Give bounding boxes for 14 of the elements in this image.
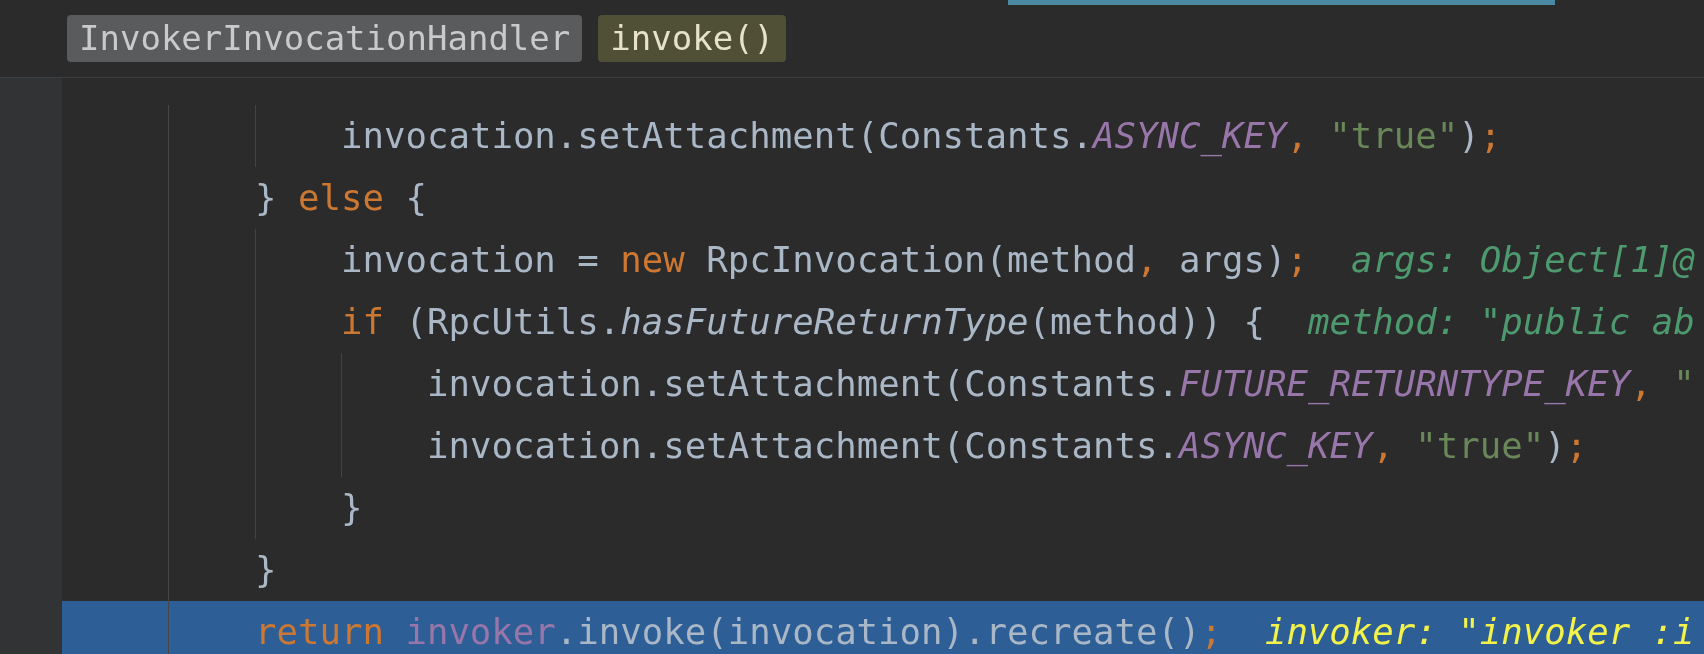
- inline-value-hint: args: Object[1]@: [1350, 238, 1695, 282]
- code-line: return invoker.invoke(invocation).recreate();: [255, 610, 1222, 654]
- code-line: }: [341, 486, 363, 530]
- code-line: if (RpcUtils.hasFutureReturnType(method)) {: [341, 300, 1265, 344]
- code-line: } else {: [255, 176, 427, 220]
- code-line: }: [255, 548, 277, 592]
- inline-value-hint: invoker: "invoker :i: [1264, 610, 1695, 654]
- breadcrumb-item[interactable]: invoke(): [598, 15, 787, 62]
- breadcrumb-item[interactable]: InvokerInvocationHandler: [67, 15, 583, 62]
- code-line: invocation.setAttachment(Constants.ASYNC_KEY, "true");: [427, 424, 1588, 469]
- code-line: invocation = new RpcInvocation(method, args);: [341, 238, 1308, 282]
- inline-value-hint: method: "public ab: [1307, 300, 1695, 344]
- code-line: invocation.setAttachment(Constants.FUTURE_RETURNTYPE_KEY, ": [427, 362, 1695, 407]
- code-line: invocation.setAttachment(Constants.ASYNC_KEY, "true");: [341, 114, 1502, 159]
